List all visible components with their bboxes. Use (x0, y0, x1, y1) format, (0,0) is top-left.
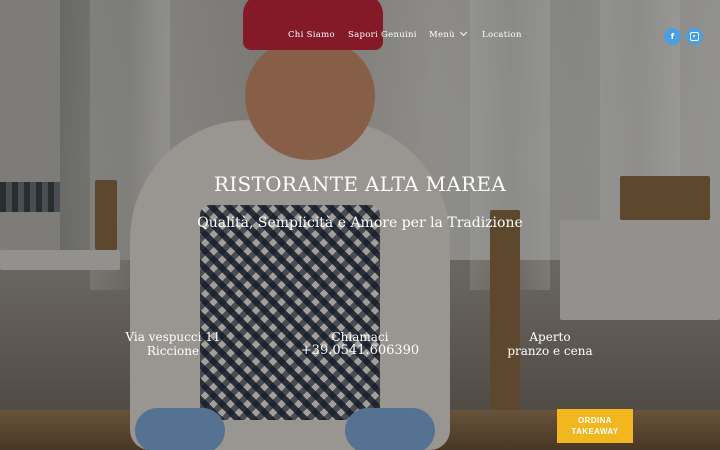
hours-block: Aperto pranzo e cena (495, 330, 605, 358)
phone-block: Chiamaci +39.0541.606390 (290, 330, 430, 358)
page-subtitle: Qualità, Semplicità e Amore per la Tradi… (197, 215, 523, 231)
phone-label: Chiamaci (331, 330, 389, 344)
nav-link-sapori-genuini[interactable]: Sapori Genuini (348, 30, 417, 40)
order-takeaway-line1: ORDINA (578, 416, 612, 425)
nav-link-location[interactable]: Location (482, 30, 522, 40)
nav-link-chi-siamo[interactable]: Chi Siamo (288, 30, 335, 40)
phone-link[interactable]: +39.0541.606390 (290, 344, 430, 358)
instagram-icon (690, 32, 699, 41)
address-street: Via vespucci 11 (125, 330, 221, 344)
hours-value: pranzo e cena (507, 344, 593, 358)
instagram-button[interactable] (686, 28, 703, 45)
nav-link-menu[interactable]: Menù (429, 28, 467, 40)
facebook-icon: f (670, 31, 675, 41)
chevron-down-icon (459, 28, 467, 37)
address-block: Via vespucci 11 Riccione (118, 330, 228, 358)
facebook-button[interactable]: f (664, 28, 681, 45)
order-takeaway-line2: TAKEAWAY (571, 427, 619, 436)
nav-link-menu-label: Menù (429, 30, 455, 40)
page-title: RISTORANTE ALTA MAREA (213, 172, 507, 196)
order-takeaway-button[interactable]: ORDINA TAKEAWAY (557, 409, 633, 443)
hours-label: Aperto (529, 330, 571, 344)
main-nav: Chi Siamo Sapori Genuini Menù Location (0, 28, 720, 44)
address-city: Riccione (146, 344, 200, 358)
